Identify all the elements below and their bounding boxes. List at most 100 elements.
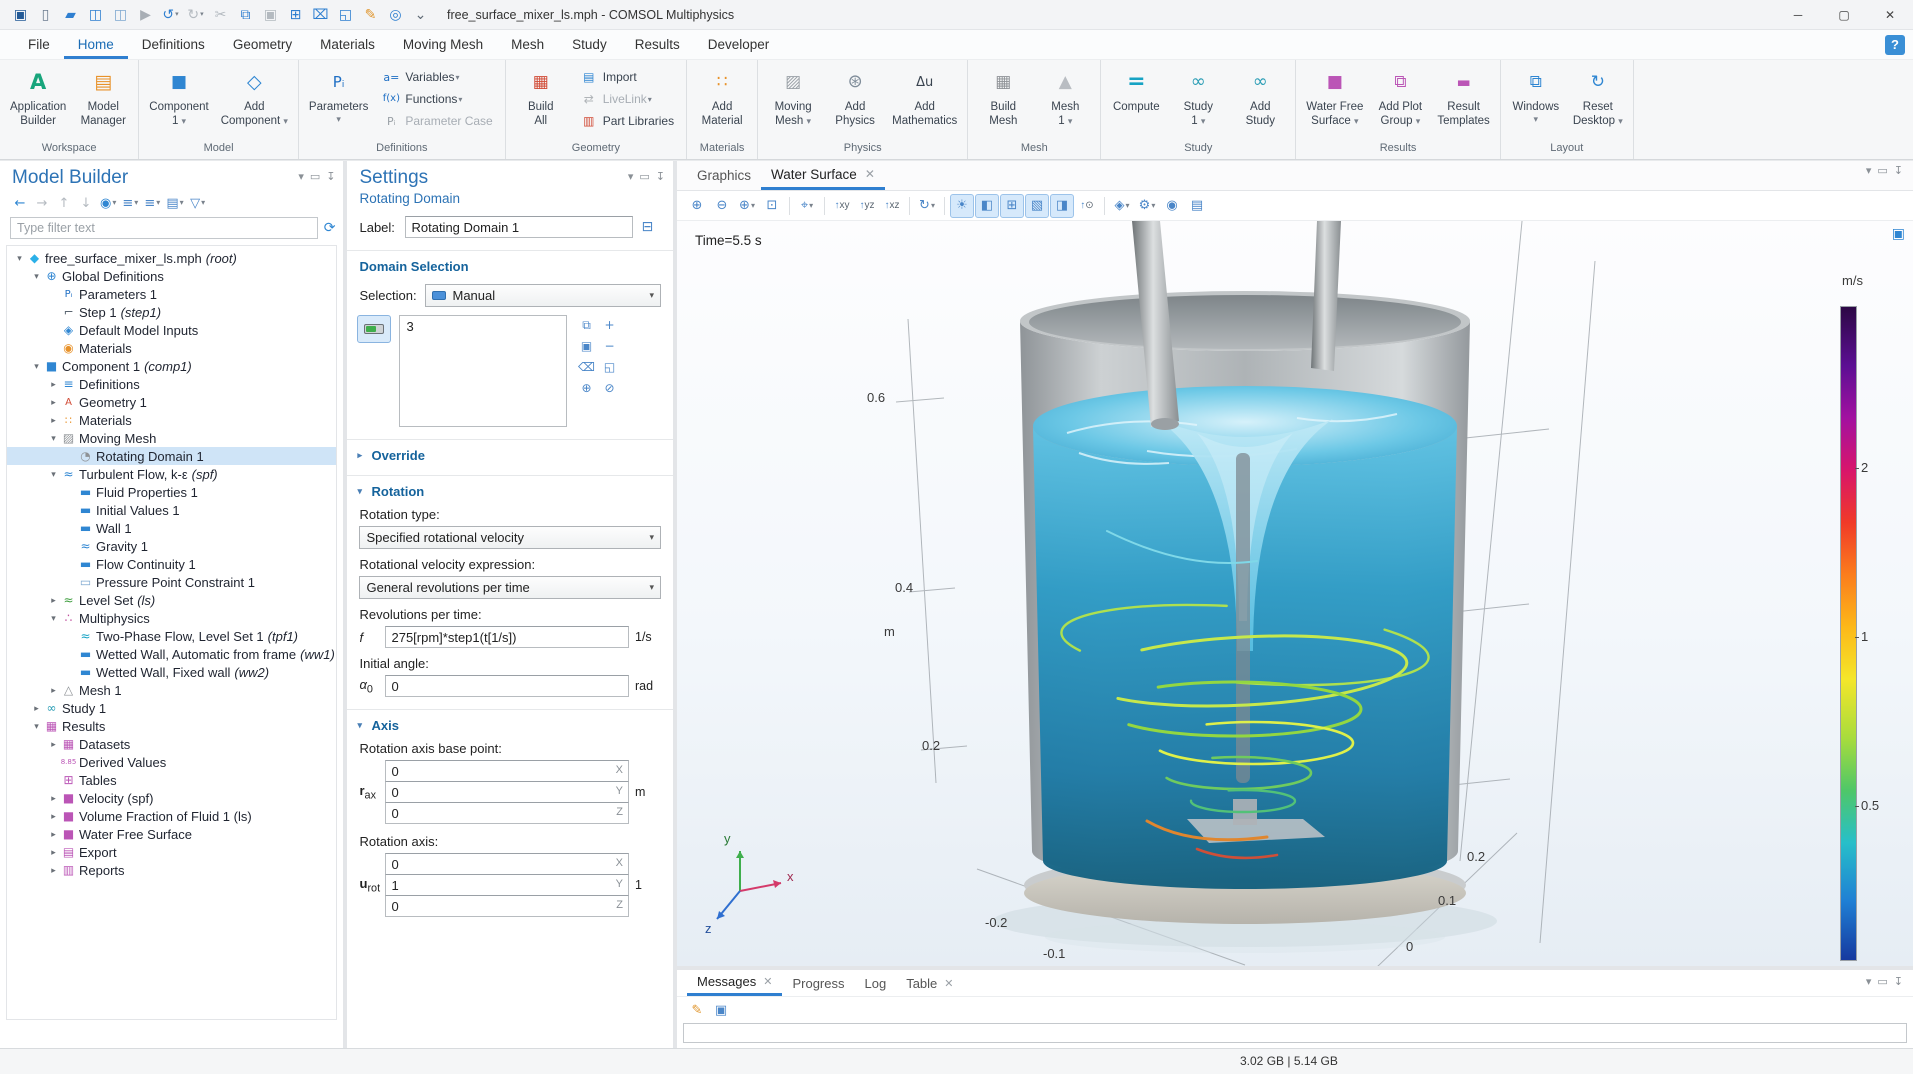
- snapshot-button[interactable]: ◉: [1160, 194, 1184, 218]
- zoom-in-button[interactable]: ⊕: [685, 194, 709, 218]
- scene-light-button[interactable]: ☀: [950, 194, 974, 218]
- add-mathematics-button[interactable]: ΔuAddMathematics: [886, 62, 963, 131]
- tree-filter-input[interactable]: [10, 217, 318, 239]
- import-button[interactable]: ▤Import: [574, 66, 680, 88]
- appearance-button[interactable]: ◈▾: [1110, 194, 1134, 218]
- new-file-icon[interactable]: ▯: [33, 4, 58, 26]
- tree-node-rotating-domain-1[interactable]: ◔Rotating Domain 1: [7, 447, 336, 465]
- menu-tab-home[interactable]: Home: [64, 30, 128, 59]
- paste-selection-icon[interactable]: ▣: [575, 336, 597, 356]
- run-icon[interactable]: ▶: [133, 4, 158, 26]
- deselect-box-icon[interactable]: ⊘: [598, 378, 620, 398]
- zoom-extents-button[interactable]: ⊡: [760, 194, 784, 218]
- base-point-input-z[interactable]: [385, 802, 629, 824]
- tree-node-parameters-1[interactable]: PᵢParameters 1: [7, 285, 336, 303]
- print-button[interactable]: ▤: [1185, 194, 1209, 218]
- tree-node-study-1[interactable]: ▸∞Study 1: [7, 699, 336, 717]
- tree-node-gravity-1[interactable]: ≈Gravity 1: [7, 537, 336, 555]
- tree-node-volume-fraction-of-fluid-1-ls-[interactable]: ▸■Volume Fraction of Fluid 1 (ls): [7, 807, 336, 825]
- show-grid-button[interactable]: ⊞: [1000, 194, 1024, 218]
- pin-icon[interactable]: ↧: [326, 171, 335, 182]
- tree-node-pressure-point-constraint-1[interactable]: ▭Pressure Point Constraint 1: [7, 573, 336, 591]
- model-manager-button[interactable]: ▤ModelManager: [72, 62, 134, 131]
- selection-list-item[interactable]: 3: [406, 319, 560, 334]
- menu-tab-file[interactable]: File: [14, 30, 64, 59]
- parameter-case-button[interactable]: PᵢParameter Case: [376, 110, 498, 132]
- menu-tab-materials[interactable]: Materials: [306, 30, 389, 59]
- expand-icon[interactable]: ▸: [47, 685, 60, 696]
- tree-node-geometry-1[interactable]: ▸AGeometry 1: [7, 393, 336, 411]
- paste-icon[interactable]: ▣: [258, 4, 283, 26]
- tree-node-derived-values[interactable]: 8.85Derived Values: [7, 753, 336, 771]
- float-icon[interactable]: ▭: [310, 171, 320, 182]
- tree-node-moving-mesh[interactable]: ▾▨Moving Mesh: [7, 429, 336, 447]
- expand-icon[interactable]: ▸: [47, 811, 60, 822]
- tree-node-definitions[interactable]: ▸≡Definitions: [7, 375, 336, 393]
- tree-node-wall-1[interactable]: ▬Wall 1: [7, 519, 336, 537]
- panel-menu-icon[interactable]: ▾: [1866, 976, 1872, 996]
- collapse-all-button[interactable]: ≡▾: [142, 193, 162, 213]
- add-study-button[interactable]: ∞AddStudy: [1229, 62, 1291, 131]
- tree-node-free-surface-mixer-ls-mph[interactable]: ▾◆free_surface_mixer_ls.mph(root): [7, 249, 336, 267]
- selection-list[interactable]: 3: [399, 315, 567, 427]
- tree-node-materials[interactable]: ◉Materials: [7, 339, 336, 357]
- plot-image-icon[interactable]: ▣: [1892, 227, 1905, 241]
- panel-menu-icon[interactable]: ▾: [298, 171, 304, 182]
- tree-node-default-model-inputs[interactable]: ◈Default Model Inputs: [7, 321, 336, 339]
- refresh-icon[interactable]: ⟳: [324, 221, 336, 235]
- expand-icon[interactable]: ▸: [47, 415, 60, 426]
- application-builder-button[interactable]: AApplicationBuilder: [4, 62, 72, 131]
- study-1-button[interactable]: ∞Study1 ▾: [1167, 62, 1229, 131]
- toolbar-overflow-icon[interactable]: ⌄: [408, 4, 433, 26]
- go-to-default-view-button[interactable]: ⌖▾: [795, 194, 819, 218]
- preferences-button[interactable]: ⚙▾: [1135, 194, 1159, 218]
- view-xz-button[interactable]: ↑xz: [880, 194, 904, 218]
- zoom-to-selection-icon[interactable]: ⊕: [575, 378, 597, 398]
- expand-icon[interactable]: ▸: [47, 397, 60, 408]
- collapse-icon[interactable]: ▾: [47, 469, 60, 480]
- tree-node-reports[interactable]: ▸▥Reports: [7, 861, 336, 879]
- expand-all-button[interactable]: ≡▾: [120, 193, 140, 213]
- add-selection-icon[interactable]: +: [598, 315, 620, 335]
- revolutions-input[interactable]: [385, 626, 629, 648]
- app-logo-icon[interactable]: ▣: [8, 4, 33, 26]
- component-1-button[interactable]: ■Component1 ▾: [143, 62, 214, 131]
- cut-icon[interactable]: ✂: [208, 4, 233, 26]
- expand-icon[interactable]: ▸: [47, 847, 60, 858]
- node-text-button[interactable]: ▤▾: [164, 193, 185, 213]
- tree-node-turbulent-flow-k-[interactable]: ▾≈Turbulent Flow, k-ε(spf): [7, 465, 336, 483]
- delete-icon[interactable]: ⌧: [308, 4, 333, 26]
- help-icon[interactable]: ?: [1885, 35, 1905, 55]
- zoom-box-button[interactable]: ⊕▾: [735, 194, 759, 218]
- copy-messages-icon[interactable]: ▣: [711, 1000, 731, 1020]
- move-down-button[interactable]: ↓: [76, 193, 96, 213]
- move-up-button[interactable]: ↑: [54, 193, 74, 213]
- tree-node-level-set[interactable]: ▸≈Level Set(ls): [7, 591, 336, 609]
- rotation-axis-input-y[interactable]: [385, 874, 629, 896]
- messages-field[interactable]: [683, 1023, 1907, 1043]
- minimize-button[interactable]: ─: [1775, 0, 1821, 30]
- label-input[interactable]: [405, 216, 633, 238]
- tree-node-initial-values-1[interactable]: ▬Initial Values 1: [7, 501, 336, 519]
- livelink-button[interactable]: ⇄LiveLink▾: [574, 88, 680, 110]
- windows-button[interactable]: ⧉Windows▾: [1505, 62, 1567, 128]
- material-color-button[interactable]: ▧: [1025, 194, 1049, 218]
- forward-button[interactable]: →: [32, 193, 52, 213]
- pin-icon[interactable]: ↧: [1894, 165, 1903, 190]
- menu-tab-study[interactable]: Study: [558, 30, 621, 59]
- build-mesh-button[interactable]: ▦BuildMesh: [972, 62, 1034, 131]
- collapse-icon[interactable]: ▾: [30, 361, 43, 372]
- view-lock-button[interactable]: ↑⊙: [1075, 194, 1099, 218]
- expand-icon[interactable]: ▸: [47, 865, 60, 876]
- clear-selection-icon[interactable]: ⌫: [575, 357, 597, 377]
- transparency-button[interactable]: ◧: [975, 194, 999, 218]
- part-libraries-button[interactable]: ▥Part Libraries: [574, 110, 680, 132]
- add-component-button[interactable]: ◇AddComponent ▾: [215, 62, 294, 131]
- undo-icon[interactable]: ↺▾: [158, 4, 183, 26]
- close-tab-icon[interactable]: ✕: [865, 167, 875, 181]
- view-yz-button[interactable]: ↑yz: [855, 194, 879, 218]
- tree-node-multiphysics[interactable]: ▾∴Multiphysics: [7, 609, 336, 627]
- tab-log[interactable]: Log: [855, 970, 897, 996]
- tab-table[interactable]: Table✕: [896, 970, 963, 996]
- sketch-icon[interactable]: ✎: [358, 4, 383, 26]
